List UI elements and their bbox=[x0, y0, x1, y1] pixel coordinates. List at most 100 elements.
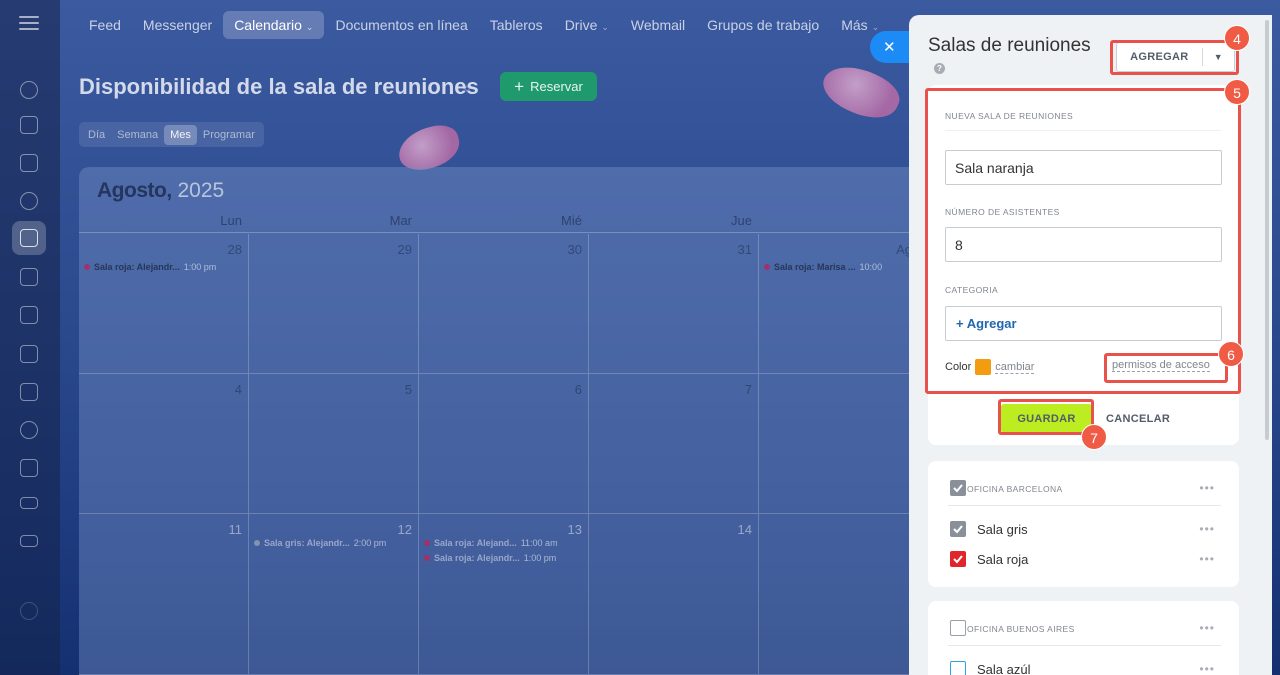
day-cell[interactable]: 14 bbox=[589, 514, 759, 675]
chat-icon[interactable] bbox=[20, 116, 38, 134]
help-icon[interactable]: ? bbox=[934, 63, 945, 74]
room-checkbox[interactable] bbox=[950, 661, 966, 675]
calendar-event[interactable]: Sala roja: Alejandr... 1:00 pm bbox=[424, 553, 556, 563]
filter-icon[interactable] bbox=[20, 497, 38, 509]
crm-icon[interactable] bbox=[20, 535, 38, 547]
weekday-label: Lun bbox=[220, 213, 242, 228]
chevron-down-icon: ⌄ bbox=[871, 22, 880, 32]
section-checkbox[interactable] bbox=[950, 620, 966, 636]
settings-icon[interactable] bbox=[20, 192, 38, 210]
office-section: OFICINA BARCELONA ••• Sala gris ••• Sala… bbox=[928, 461, 1239, 587]
section-title: OFICINA BARCELONA bbox=[967, 484, 1063, 494]
annotation-highlight bbox=[1110, 40, 1239, 75]
day-cell[interactable]: 6 bbox=[419, 374, 589, 514]
weekday-label: V bbox=[762, 213, 919, 228]
more-icon[interactable]: ••• bbox=[1199, 662, 1215, 675]
tab-week[interactable]: Semana bbox=[111, 125, 164, 145]
chevron-down-icon: ⌄ bbox=[601, 22, 609, 32]
room-name: Sala roja bbox=[977, 552, 1029, 567]
day-number: 6 bbox=[574, 382, 582, 397]
mail-icon[interactable] bbox=[20, 383, 38, 401]
nav-documents[interactable]: Documentos en línea bbox=[324, 11, 478, 39]
more-icon[interactable]: ••• bbox=[1199, 481, 1215, 495]
scrollbar[interactable] bbox=[1265, 20, 1269, 440]
nav-drive[interactable]: Drive ⌄ bbox=[554, 11, 620, 39]
groups-icon[interactable] bbox=[20, 421, 38, 439]
day-number: 12 bbox=[397, 522, 412, 537]
day-cell[interactable] bbox=[759, 514, 919, 675]
feed-icon[interactable] bbox=[20, 154, 38, 172]
view-tabs: Día Semana Mes Programar bbox=[79, 122, 264, 147]
calendar-icon[interactable] bbox=[20, 229, 38, 247]
cancel-button[interactable]: CANCELAR bbox=[1106, 404, 1170, 433]
annotation-highlight bbox=[998, 399, 1094, 435]
section-checkbox[interactable] bbox=[950, 480, 966, 496]
annotation-badge: 7 bbox=[1081, 424, 1107, 450]
room-checkbox[interactable] bbox=[950, 521, 966, 537]
calendar-event[interactable]: Sala roja: Alejand... 11:00 am bbox=[424, 538, 558, 548]
tab-schedule[interactable]: Programar bbox=[197, 125, 261, 145]
weekday-header: Lun Mar Mié Jue V bbox=[79, 211, 919, 233]
day-cell[interactable]: 4 bbox=[79, 374, 249, 514]
day-cell[interactable]: 30 bbox=[419, 234, 589, 374]
day-cell[interactable] bbox=[759, 374, 919, 514]
decorative-petal bbox=[816, 55, 906, 129]
calendar-month-title: Agosto, 2025 bbox=[97, 179, 225, 202]
activity-icon[interactable] bbox=[20, 81, 38, 99]
day-cell[interactable]: 12 Sala gris: Alejandr... 2:00 pm bbox=[249, 514, 419, 675]
help-icon[interactable] bbox=[20, 602, 38, 620]
annotation-badge: 5 bbox=[1224, 79, 1250, 105]
day-cell[interactable]: 13 Sala roja: Alejand... 11:00 am Sala ro… bbox=[419, 514, 589, 675]
event-dot-icon bbox=[254, 540, 260, 546]
nav-feed[interactable]: Feed bbox=[78, 11, 132, 39]
document-icon[interactable] bbox=[20, 268, 38, 286]
day-number: 31 bbox=[737, 242, 752, 257]
day-cell[interactable]: 11 bbox=[79, 514, 249, 675]
board-icon[interactable] bbox=[20, 306, 38, 324]
divider bbox=[948, 505, 1221, 506]
more-icon[interactable]: ••• bbox=[1199, 621, 1215, 635]
panel-title: Salas de reuniones bbox=[928, 35, 1091, 56]
pin-icon[interactable]: ✧ bbox=[462, 82, 472, 96]
tab-month[interactable]: Mes bbox=[164, 124, 197, 145]
event-dot-icon bbox=[84, 264, 90, 270]
nav-messenger[interactable]: Messenger bbox=[132, 11, 223, 39]
day-cell[interactable]: 5 bbox=[249, 374, 419, 514]
day-cell[interactable]: 29 bbox=[249, 234, 419, 374]
reserve-button[interactable]: + Reservar bbox=[500, 72, 597, 101]
annotation-badge: 4 bbox=[1224, 25, 1250, 51]
weekday-label: Mar bbox=[389, 213, 412, 228]
menu-icon[interactable] bbox=[19, 16, 39, 32]
nav-webmail[interactable]: Webmail bbox=[620, 11, 696, 39]
more-icon[interactable]: ••• bbox=[1199, 522, 1215, 536]
room-name: Sala azúl bbox=[977, 662, 1031, 675]
check-icon bbox=[953, 525, 963, 534]
annotation-badge: 6 bbox=[1218, 341, 1244, 367]
nav-boards[interactable]: Tableros bbox=[479, 11, 554, 39]
nav-calendar[interactable]: Calendario ⌄ bbox=[223, 11, 325, 39]
check-icon bbox=[953, 555, 963, 564]
day-number: 7 bbox=[744, 382, 752, 397]
day-cell[interactable]: Ag Sala roja: Marisa ... 10:00 bbox=[759, 234, 919, 374]
day-cell[interactable]: 28 Sala roja: Alejandr... 1:00 pm bbox=[79, 234, 249, 374]
calendar-event[interactable]: Sala roja: Marisa ... 10:00 bbox=[764, 262, 882, 272]
day-cell[interactable]: 31 bbox=[589, 234, 759, 374]
day-cell[interactable]: 7 bbox=[589, 374, 759, 514]
room-checkbox[interactable] bbox=[950, 551, 966, 567]
divider bbox=[948, 645, 1221, 646]
calendar-event[interactable]: Sala gris: Alejandr... 2:00 pm bbox=[254, 538, 386, 548]
office-section: OFICINA BUENOS AIRES ••• Sala azúl ••• bbox=[928, 601, 1239, 675]
room-name: Sala gris bbox=[977, 522, 1028, 537]
annotation-highlight bbox=[1104, 353, 1228, 383]
page-title: Disponibilidad de la sala de reuniones bbox=[79, 74, 479, 99]
day-number: 30 bbox=[567, 242, 582, 257]
tasks-icon[interactable] bbox=[20, 459, 38, 477]
event-dot-icon bbox=[764, 264, 770, 270]
section-title: OFICINA BUENOS AIRES bbox=[967, 624, 1075, 634]
calendar-event[interactable]: Sala roja: Alejandr... 1:00 pm bbox=[84, 262, 216, 272]
nav-workgroups[interactable]: Grupos de trabajo bbox=[696, 11, 830, 39]
drive-icon[interactable] bbox=[20, 345, 38, 363]
annotation-highlight bbox=[925, 88, 1241, 394]
tab-day[interactable]: Día bbox=[82, 125, 111, 145]
more-icon[interactable]: ••• bbox=[1199, 552, 1215, 566]
